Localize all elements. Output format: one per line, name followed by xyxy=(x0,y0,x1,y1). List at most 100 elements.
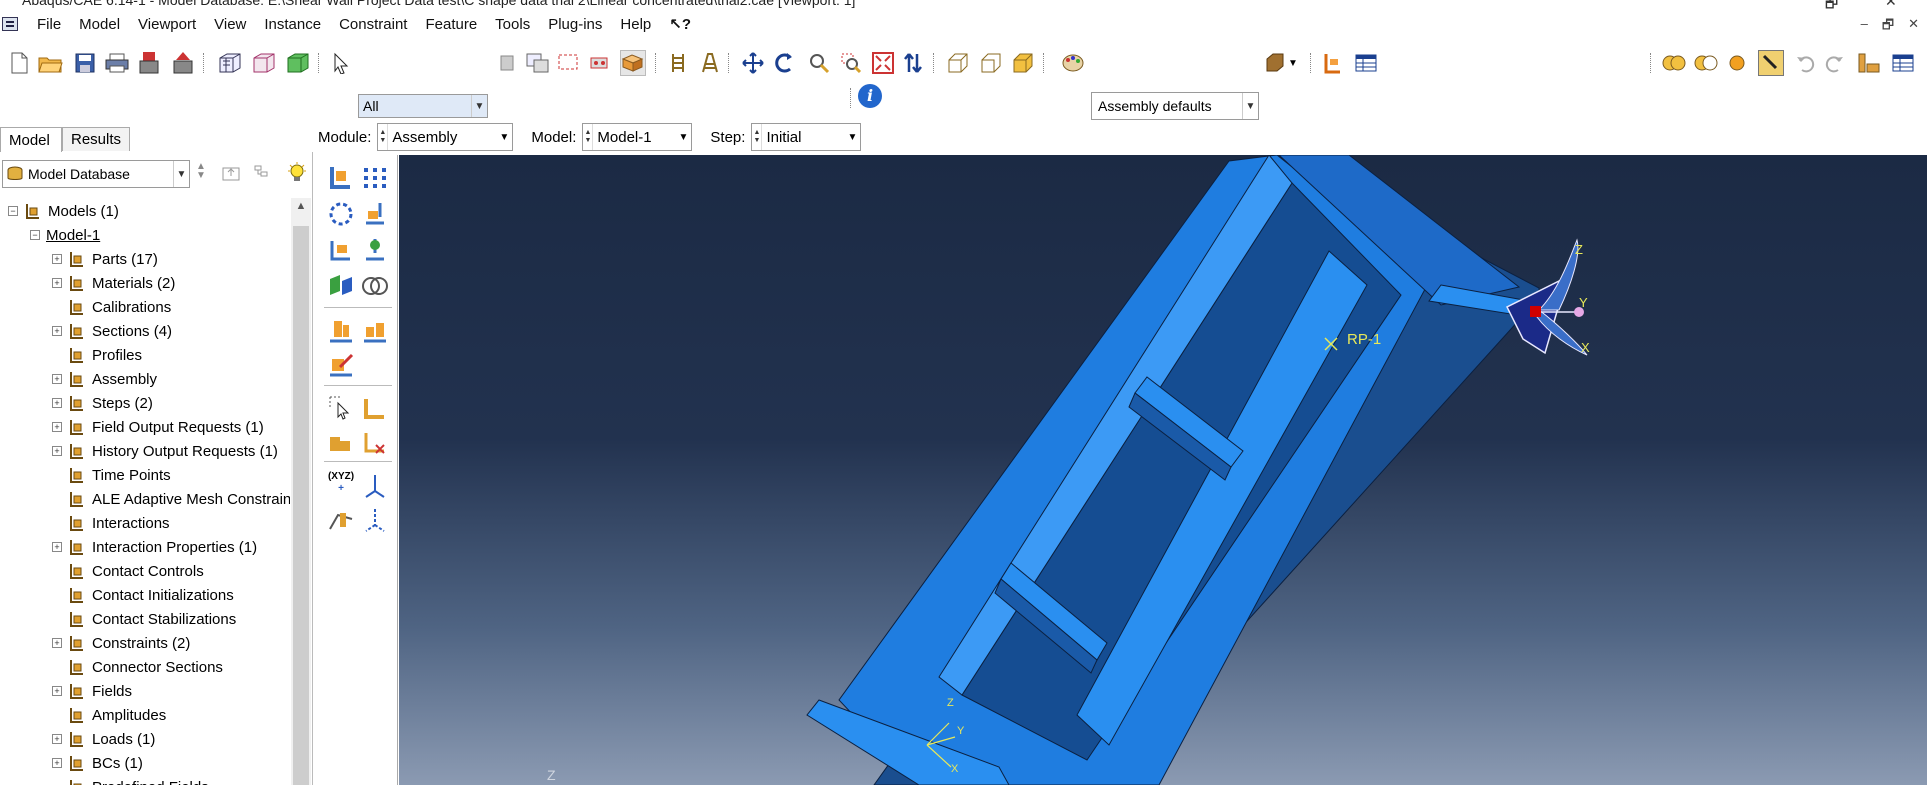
expand-icon[interactable]: + xyxy=(52,638,62,648)
translate-instance-icon[interactable] xyxy=(360,199,390,229)
module-select[interactable]: ▲ ▼ Assembly ▼ xyxy=(377,123,514,151)
step-select[interactable]: ▲ ▼ Initial ▼ xyxy=(751,123,862,151)
redo-icon[interactable] xyxy=(1822,50,1848,76)
expand-icon[interactable]: + xyxy=(52,542,62,552)
scroll-up-icon[interactable]: ▲ xyxy=(291,200,311,220)
datum-plane-icon[interactable] xyxy=(697,50,723,76)
datum-transform-icon[interactable] xyxy=(326,505,356,535)
expand-icon[interactable]: + xyxy=(52,686,62,696)
render-hidden-icon[interactable] xyxy=(251,50,277,76)
drag-shape-icon[interactable] xyxy=(556,50,582,76)
tree-node[interactable]: Models (1) xyxy=(24,200,119,222)
show-selection-icon[interactable] xyxy=(620,50,646,76)
auto-fit-view-icon[interactable] xyxy=(870,50,896,76)
tree-node[interactable]: Assembly xyxy=(68,368,157,390)
tree-node[interactable]: Contact Controls xyxy=(68,560,204,582)
tab-model[interactable]: Model xyxy=(0,127,62,152)
pan-view-icon[interactable] xyxy=(740,50,766,76)
instance-icon[interactable] xyxy=(1320,50,1346,76)
menu-tools[interactable]: Tools xyxy=(486,16,539,33)
position-constraint-parallel-icon[interactable] xyxy=(326,315,356,345)
new-file-icon[interactable] xyxy=(6,50,32,76)
tips-lightbulb-icon[interactable] xyxy=(286,162,308,184)
tree-node[interactable]: ALE Adaptive Mesh Constraint xyxy=(68,488,290,510)
cycle-views-icon[interactable] xyxy=(900,50,926,76)
restore-viewport-button[interactable]: 🗗 xyxy=(1882,16,1894,38)
boolean-merge-icon[interactable] xyxy=(360,271,390,301)
expand-icon[interactable]: + xyxy=(52,326,62,336)
rotate-view-icon[interactable] xyxy=(772,50,798,76)
merge-cut-icon[interactable] xyxy=(326,271,356,301)
tree-node[interactable]: Loads (1) xyxy=(68,728,155,750)
tree-node[interactable]: Contact Initializations xyxy=(68,584,234,606)
select-from-list-icon[interactable] xyxy=(494,50,520,76)
filter-tree-icon[interactable] xyxy=(253,164,273,182)
tree-node[interactable]: Materials (2) xyxy=(68,272,175,294)
tree-node[interactable]: Interactions xyxy=(68,512,170,534)
undo-icon[interactable] xyxy=(1792,50,1818,76)
boolean-union-icon[interactable] xyxy=(1661,50,1687,76)
tree-node[interactable]: Connector Sections xyxy=(68,656,223,678)
restore-window-button[interactable]: 🗗 xyxy=(1825,0,1838,10)
translate-to-icon[interactable] xyxy=(360,235,390,265)
iso-view-icon[interactable] xyxy=(945,50,971,76)
tree-node[interactable]: Fields xyxy=(68,680,132,702)
tree-node[interactable]: History Output Requests (1) xyxy=(68,440,278,462)
expand-icon[interactable]: + xyxy=(52,422,62,432)
menu-help[interactable]: Help xyxy=(611,16,660,33)
menu-model[interactable]: Model xyxy=(70,16,129,33)
create-display-group-icon[interactable] xyxy=(525,50,551,76)
tree-node[interactable]: BCs (1) xyxy=(68,752,143,774)
menu-plugins[interactable]: Plug-ins xyxy=(539,16,611,33)
open-model-icon[interactable] xyxy=(170,50,196,76)
tree-node[interactable]: Interaction Properties (1) xyxy=(68,536,257,558)
tree-node[interactable]: Field Output Requests (1) xyxy=(68,416,264,438)
shaded-view-icon[interactable] xyxy=(1010,50,1036,76)
select-cursor-icon[interactable] xyxy=(328,50,354,76)
front-view-icon[interactable] xyxy=(978,50,1004,76)
color-options-dropdown-icon[interactable]: ▼ xyxy=(1286,50,1300,76)
create-instance-icon[interactable] xyxy=(326,163,356,193)
expand-icon[interactable]: + xyxy=(52,734,62,744)
tree-scrollbar[interactable]: ▲ xyxy=(291,198,311,785)
model-select[interactable]: ▲ ▼ Model-1 ▼ xyxy=(582,123,693,151)
tree-node[interactable]: Profiles xyxy=(68,344,142,366)
print-icon[interactable] xyxy=(104,50,130,76)
selection-filter-select[interactable]: All ▼ xyxy=(358,94,488,118)
query-select-icon[interactable] xyxy=(326,393,356,423)
tree-node[interactable]: Calibrations xyxy=(68,296,171,318)
tree-node[interactable]: Steps (2) xyxy=(68,392,153,414)
datum-csys-icon[interactable]: (XYZ) + xyxy=(326,471,356,501)
menu-file[interactable]: File xyxy=(28,16,70,33)
position-constraint-face-icon[interactable] xyxy=(360,315,390,345)
render-wireframe-icon[interactable] xyxy=(217,50,243,76)
query-tool-icon[interactable] xyxy=(1758,50,1784,76)
collapse-icon[interactable]: − xyxy=(8,206,18,216)
selection-options-icon[interactable] xyxy=(588,50,614,76)
radial-pattern-icon[interactable] xyxy=(326,199,356,229)
assembly-tool-icon[interactable] xyxy=(1856,50,1882,76)
scrollbar-thumb[interactable] xyxy=(293,226,309,785)
menu-view[interactable]: View xyxy=(205,16,255,33)
datum-axis-icon[interactable] xyxy=(326,427,356,457)
csys-tripod-icon[interactable] xyxy=(360,505,390,535)
tree-node[interactable]: Amplitudes xyxy=(68,704,166,726)
save-model-icon[interactable] xyxy=(136,50,162,76)
tree-node[interactable]: Sections (4) xyxy=(68,320,172,342)
color-code-select[interactable]: Assembly defaults ▼ xyxy=(1091,92,1259,120)
sort-tree-icon[interactable]: ▲ ▼ xyxy=(196,162,206,181)
table-display-icon[interactable] xyxy=(1353,50,1379,76)
partition-icon[interactable] xyxy=(665,50,691,76)
tree-source-select[interactable]: Model Database ▼ xyxy=(2,160,190,188)
zoom-view-icon[interactable] xyxy=(806,50,832,76)
close-viewport-button[interactable]: ✕ xyxy=(1908,16,1919,38)
tree-node[interactable]: Contact Stabilizations xyxy=(68,608,236,630)
save-icon[interactable] xyxy=(72,50,98,76)
menu-viewport[interactable]: Viewport xyxy=(129,16,205,33)
render-shaded-icon[interactable] xyxy=(285,50,311,76)
menu-feature[interactable]: Feature xyxy=(416,16,486,33)
sphere-icon[interactable] xyxy=(1724,50,1750,76)
expand-icon[interactable]: + xyxy=(52,374,62,384)
tree-node[interactable]: Time Points xyxy=(68,464,171,486)
csys-axis-icon[interactable] xyxy=(360,471,390,501)
